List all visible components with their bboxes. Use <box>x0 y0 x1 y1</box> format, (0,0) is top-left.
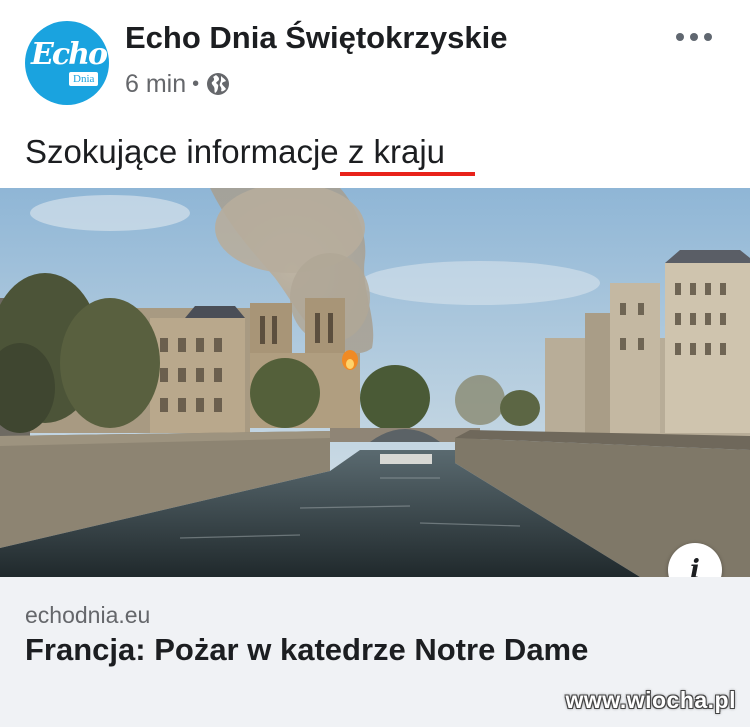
link-domain: echodnia.eu <box>25 602 151 628</box>
more-options-button[interactable] <box>676 33 712 41</box>
post-time[interactable]: 6 min <box>125 70 186 99</box>
notre-dame-fire-photo <box>0 188 750 577</box>
more-dot <box>704 33 712 41</box>
post-meta: 6 min • <box>125 69 230 99</box>
page-avatar[interactable]: Echo Dnia <box>25 21 109 105</box>
more-dot <box>676 33 684 41</box>
watermark: www.wiocha.pl <box>565 687 736 713</box>
avatar-logo-text: Echo <box>31 37 108 72</box>
meta-separator: • <box>192 72 200 95</box>
red-underline-annotation <box>340 172 475 176</box>
post-image[interactable] <box>0 188 750 577</box>
link-preview[interactable]: echodnia.eu Francja: Pożar w katedrze No… <box>0 577 750 727</box>
more-dot <box>690 33 698 41</box>
link-title[interactable]: Francja: Pożar w katedrze Notre Dame <box>25 632 588 668</box>
globe-icon <box>207 73 230 95</box>
post-text: Szokujące informacje z kraju <box>25 133 446 170</box>
avatar-logo-subtext: Dnia <box>69 72 99 86</box>
page-name[interactable]: Echo Dnia Świętokrzyskie <box>125 20 507 56</box>
